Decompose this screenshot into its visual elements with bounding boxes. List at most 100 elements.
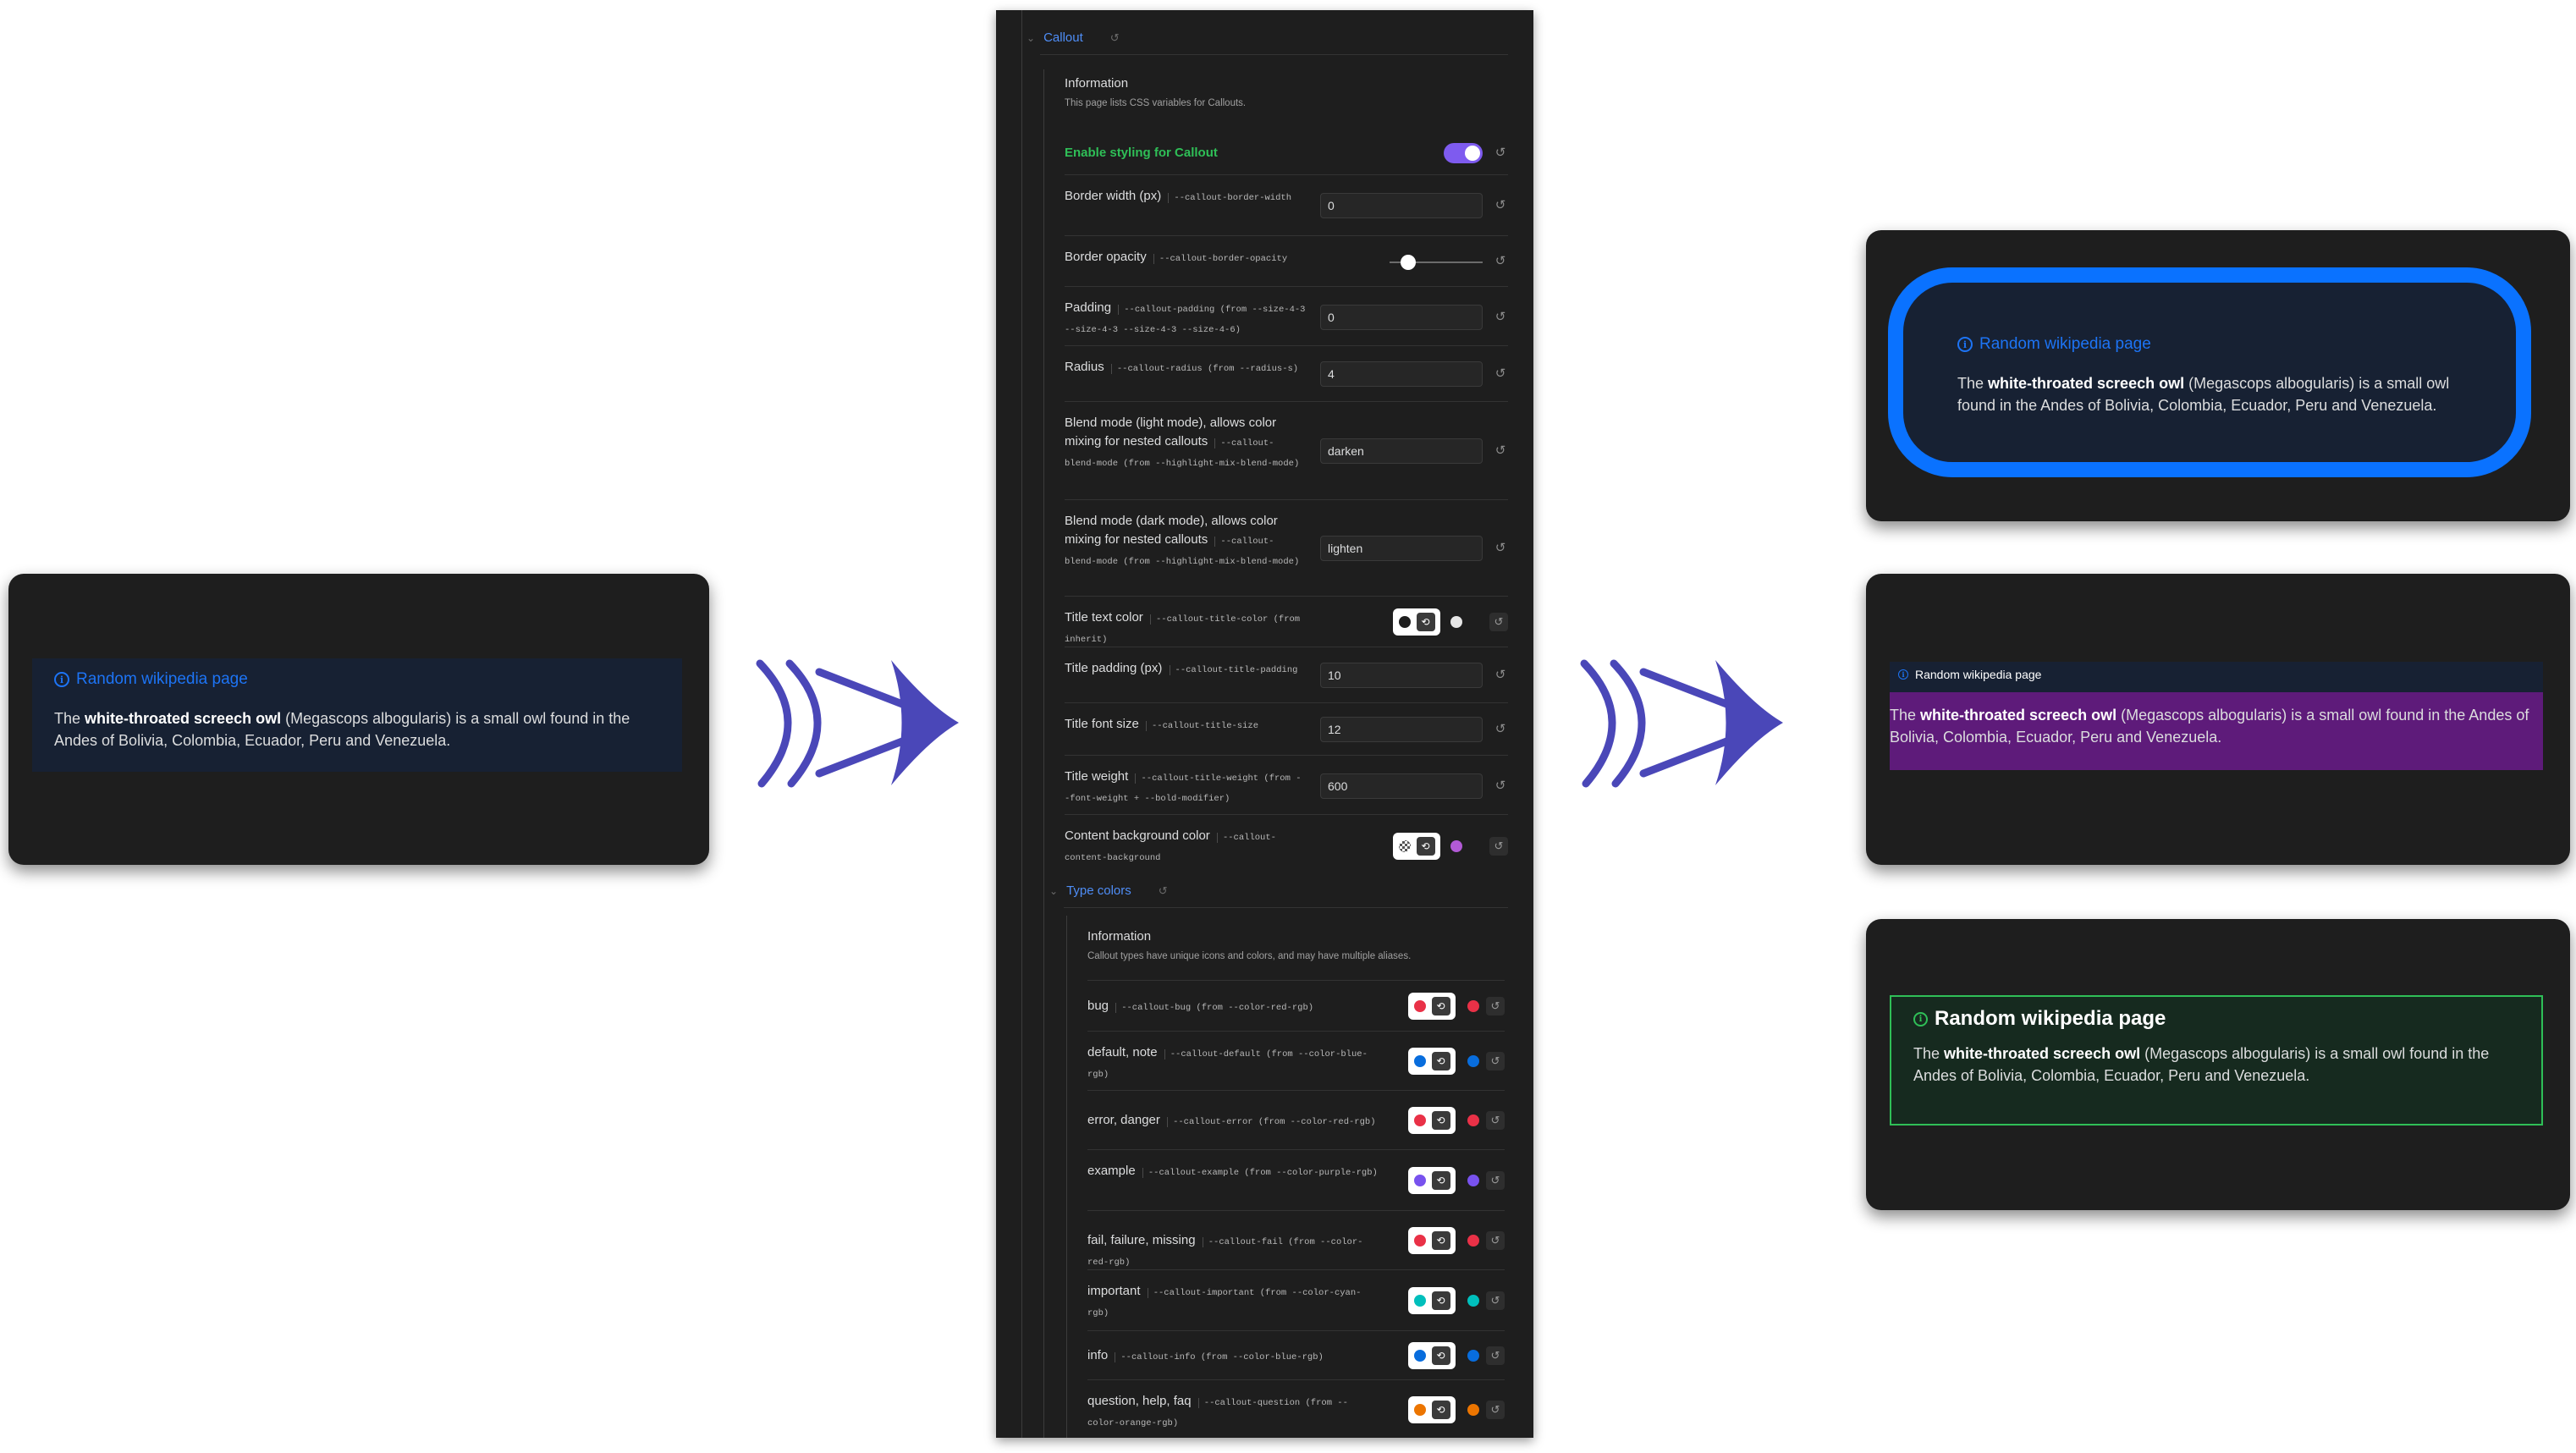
section-title: Type colors bbox=[1066, 883, 1131, 898]
type-name: default, note bbox=[1087, 1045, 1158, 1059]
color-picker-button[interactable]: ⟲ bbox=[1408, 1227, 1456, 1254]
color-picker-button[interactable]: ⟲ bbox=[1408, 1167, 1456, 1194]
reset-icon[interactable]: ↺ bbox=[1493, 254, 1508, 269]
reset-button[interactable]: ↺ bbox=[1486, 1231, 1505, 1250]
indent-guide bbox=[1066, 916, 1067, 1438]
reset-button[interactable]: ↺ bbox=[1486, 997, 1505, 1015]
callout: i Random wikipedia page The white-throat… bbox=[1890, 995, 2543, 1126]
current-color-dot bbox=[1450, 616, 1462, 628]
setting-input[interactable]: 600 bbox=[1320, 773, 1483, 799]
color-swatch bbox=[1398, 840, 1411, 852]
preview-card-title-style: i Random wikipedia page The white-throat… bbox=[1866, 919, 2570, 1210]
eyedropper-icon[interactable]: ⟲ bbox=[1431, 1052, 1450, 1070]
reset-icon[interactable]: ↺ bbox=[1493, 310, 1508, 325]
info-circle-icon: i bbox=[54, 672, 69, 687]
color-picker-button[interactable]: ⟲ bbox=[1408, 1287, 1456, 1314]
reset-button[interactable]: ↺ bbox=[1486, 1111, 1505, 1130]
eyedropper-icon[interactable]: ⟲ bbox=[1431, 1111, 1450, 1130]
color-picker-button[interactable]: ⟲ bbox=[1408, 1107, 1456, 1134]
color-picker-button[interactable]: ⟲ bbox=[1393, 833, 1440, 860]
eyedropper-icon[interactable]: ⟲ bbox=[1416, 837, 1435, 856]
eyedropper-icon[interactable]: ⟲ bbox=[1431, 1346, 1450, 1365]
divider bbox=[1064, 907, 1508, 908]
color-picker-button[interactable]: ⟲ bbox=[1408, 1048, 1456, 1075]
current-color-dot bbox=[1467, 1055, 1479, 1067]
css-variable-name: --callout-border-opacity bbox=[1153, 254, 1288, 264]
color-picker-button[interactable]: ⟲ bbox=[1408, 1396, 1456, 1423]
setting-label: Content background color --callout-conte… bbox=[1065, 827, 1306, 867]
color-picker-button[interactable]: ⟲ bbox=[1408, 993, 1456, 1020]
setting-input[interactable]: 4 bbox=[1320, 361, 1483, 387]
type-name: important bbox=[1087, 1284, 1141, 1298]
setting-name: Title padding (px) bbox=[1065, 661, 1163, 675]
callout-title-text: Random wikipedia page bbox=[76, 670, 248, 688]
eyedropper-icon[interactable]: ⟲ bbox=[1431, 1401, 1450, 1419]
reset-icon[interactable]: ↺ bbox=[1493, 443, 1508, 459]
color-swatch bbox=[1413, 1175, 1426, 1186]
slider-thumb[interactable] bbox=[1401, 255, 1416, 270]
callout-body: The white-throated screech owl (Megascop… bbox=[1890, 692, 2543, 770]
color-picker-button[interactable]: ⟲ bbox=[1393, 608, 1440, 636]
setting-label: Padding --callout-padding (from --size-4… bbox=[1065, 299, 1306, 339]
reset-icon[interactable]: ↺ bbox=[1493, 722, 1508, 737]
type-color-row: info --callout-info (from --color-blue-r… bbox=[1087, 1330, 1505, 1380]
reset-icon[interactable]: ↺ bbox=[1110, 31, 1120, 45]
current-color-dot bbox=[1467, 1235, 1479, 1247]
indent-guide bbox=[1021, 10, 1022, 1438]
section-header-callout[interactable]: ⌄ Callout ↺ bbox=[1027, 30, 1120, 45]
reset-icon[interactable]: ↺ bbox=[1159, 884, 1168, 898]
setting-input[interactable]: darken bbox=[1320, 438, 1483, 464]
type-color-row: example --callout-example (from --color-… bbox=[1087, 1149, 1505, 1211]
style-settings-panel: ⌄ Callout ↺ Information This page lists … bbox=[996, 10, 1533, 1438]
setting-input[interactable]: 0 bbox=[1320, 305, 1483, 330]
eyedropper-icon[interactable]: ⟲ bbox=[1431, 997, 1450, 1015]
setting-label: Border opacity --callout-border-opacity bbox=[1065, 248, 1306, 268]
chevron-down-icon: ⌄ bbox=[1027, 31, 1036, 44]
reset-button[interactable]: ↺ bbox=[1486, 1291, 1505, 1310]
current-color-dot bbox=[1467, 1175, 1479, 1186]
body-bold-text: white-throated screech owl bbox=[1920, 707, 2117, 724]
color-swatch bbox=[1413, 1235, 1426, 1247]
info-title: Information bbox=[1087, 929, 1152, 944]
setting-input[interactable]: lighten bbox=[1320, 536, 1483, 561]
eyedropper-icon[interactable]: ⟲ bbox=[1416, 613, 1435, 631]
setting-name: Border width (px) bbox=[1065, 189, 1162, 203]
setting-input[interactable]: 10 bbox=[1320, 663, 1483, 688]
reset-button[interactable]: ↺ bbox=[1486, 1346, 1505, 1365]
css-variable-name: --callout-radius (from --radius-s) bbox=[1110, 364, 1299, 374]
eyedropper-icon[interactable]: ⟲ bbox=[1431, 1171, 1450, 1190]
info-block: Information This page lists CSS variable… bbox=[1065, 76, 1246, 108]
enable-toggle[interactable] bbox=[1444, 143, 1483, 163]
callout-body: The white-throated screech owl (Megascop… bbox=[1957, 372, 2462, 416]
body-bold-text: white-throated screech owl bbox=[85, 710, 282, 727]
reset-icon[interactable]: ↺ bbox=[1493, 541, 1508, 556]
body-bold-text: white-throated screech owl bbox=[1988, 375, 2185, 392]
eyedropper-icon[interactable]: ⟲ bbox=[1431, 1231, 1450, 1250]
reset-button[interactable]: ↺ bbox=[1489, 837, 1508, 856]
reset-button[interactable]: ↺ bbox=[1486, 1401, 1505, 1419]
color-swatch bbox=[1398, 616, 1411, 628]
body-text: The bbox=[54, 710, 85, 727]
setting-label: question, help, faq --callout-question (… bbox=[1087, 1392, 1379, 1433]
reset-icon[interactable]: ↺ bbox=[1493, 366, 1508, 382]
reset-icon[interactable]: ↺ bbox=[1493, 668, 1508, 683]
callout-title: i Random wikipedia page bbox=[1913, 1007, 2519, 1031]
reset-button[interactable]: ↺ bbox=[1489, 613, 1508, 631]
setting-row: Title text color --callout-title-color (… bbox=[1065, 596, 1508, 647]
color-picker-button[interactable]: ⟲ bbox=[1408, 1342, 1456, 1369]
eyedropper-icon[interactable]: ⟲ bbox=[1431, 1291, 1450, 1310]
preview-card-border: i Random wikipedia page The white-throat… bbox=[1866, 230, 2570, 521]
setting-input[interactable]: 12 bbox=[1320, 717, 1483, 742]
section-header-type-colors[interactable]: ⌄ Type colors ↺ bbox=[1049, 883, 1168, 898]
reset-button[interactable]: ↺ bbox=[1486, 1052, 1505, 1070]
reset-button[interactable]: ↺ bbox=[1486, 1171, 1505, 1190]
callout-body: The white-throated screech owl (Megascop… bbox=[1913, 1043, 2519, 1087]
reset-icon[interactable]: ↺ bbox=[1493, 779, 1508, 794]
setting-label: default, note --callout-default (from --… bbox=[1087, 1043, 1379, 1084]
body-bold-text: white-throated screech owl bbox=[1944, 1045, 2141, 1062]
reset-icon[interactable]: ↺ bbox=[1493, 146, 1508, 161]
setting-label: example --callout-example (from --color-… bbox=[1087, 1162, 1379, 1182]
reset-icon[interactable]: ↺ bbox=[1493, 198, 1508, 213]
setting-input[interactable]: 0 bbox=[1320, 193, 1483, 218]
setting-label: Blend mode (dark mode), allows color mix… bbox=[1065, 512, 1306, 571]
